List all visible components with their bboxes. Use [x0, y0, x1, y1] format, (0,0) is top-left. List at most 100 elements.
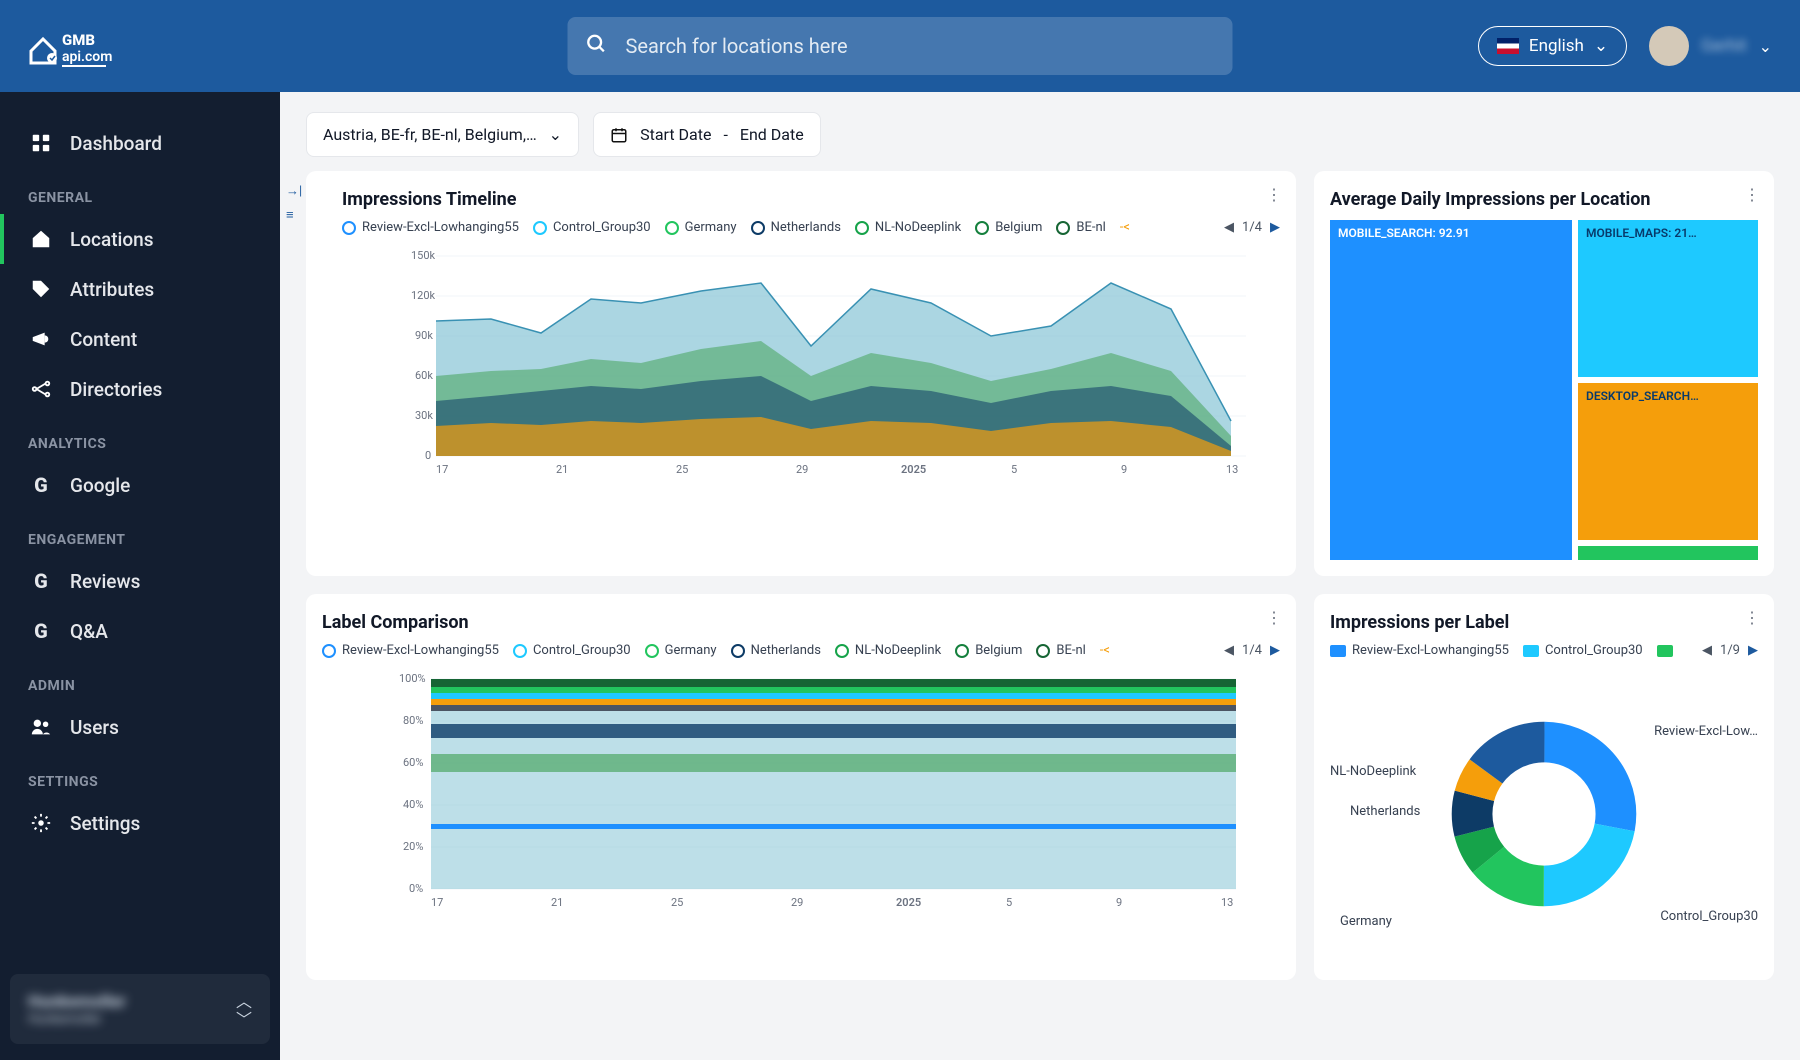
card-title: Average Daily Impressions per Location [1330, 189, 1758, 210]
svg-text:25: 25 [671, 896, 683, 909]
treemap-cell-other[interactable] [1578, 546, 1758, 560]
card-impressions-per-label: Impressions per Label ⋮ Review-Excl-Lowh… [1314, 594, 1774, 980]
legend-item[interactable]: Belgium [955, 643, 1022, 658]
user-menu[interactable]: Gerhit ⌄ [1649, 26, 1772, 66]
svg-text:0%: 0% [409, 882, 423, 895]
svg-text:2025: 2025 [896, 896, 921, 909]
sidebar-item-google[interactable]: G Google [0, 460, 280, 510]
sidebar-item-locations[interactable]: Locations [0, 214, 280, 264]
org-name: Hunkemoller [28, 992, 126, 1012]
card-menu[interactable]: ⋮ [1266, 608, 1282, 627]
prev-icon[interactable]: ◀ [1224, 643, 1234, 658]
card-menu[interactable]: ⋮ [1744, 608, 1760, 627]
legend-item[interactable]: Netherlands [731, 643, 821, 658]
grid-icon [28, 130, 54, 156]
legend-item[interactable]: Netherlands [751, 220, 841, 235]
chevron-down-icon: ⌄ [1759, 37, 1772, 56]
legend-item[interactable]: Control_Group30 [1523, 643, 1643, 658]
card-title: Label Comparison [322, 612, 1280, 633]
donut-chart: Review-Excl-Low… Control_Group30 Germany… [1330, 664, 1758, 964]
svg-text:2025: 2025 [901, 463, 926, 476]
donut-label: NL-NoDeeplink [1330, 764, 1416, 779]
google-icon: G [28, 568, 54, 594]
legend: Review-Excl-Lowhanging55 Control_Group30… [1330, 643, 1758, 658]
language-select[interactable]: English ⌄ [1478, 26, 1627, 66]
search-input[interactable] [568, 17, 1233, 75]
sidebar-label: Dashboard [70, 132, 162, 155]
sidebar-item-attributes[interactable]: Attributes [0, 264, 280, 314]
card-impressions-timeline: →| ≡ Impressions Timeline ⋮ Review-Excl-… [306, 171, 1296, 576]
start-date: Start Date [640, 125, 711, 144]
legend-item[interactable]: Review-Excl-Lowhanging55 [1330, 643, 1509, 658]
legend-item[interactable]: Control_Group30 [513, 643, 631, 658]
legend-item-more[interactable]: -< [1100, 643, 1110, 658]
org-switcher[interactable]: Hunkemoller Hunkemoller ︿﹀ [10, 974, 270, 1044]
sidebar-item-qa[interactable]: G Q&A [0, 606, 280, 656]
legend-item[interactable]: Germany [665, 220, 737, 235]
card-menu[interactable]: ⋮ [1266, 185, 1282, 204]
treemap-cell-desktop-search[interactable]: DESKTOP_SEARCH… [1578, 383, 1758, 540]
legend-item[interactable]: Review-Excl-Lowhanging55 [342, 220, 519, 235]
legend-item[interactable]: Belgium [975, 220, 1042, 235]
avatar [1649, 26, 1689, 66]
legend-item[interactable] [1657, 645, 1673, 657]
sidebar-item-settings[interactable]: Settings [0, 798, 280, 848]
sidebar-heading-general: GENERAL [0, 168, 280, 214]
card-avg-daily: Average Daily Impressions per Location ⋮… [1314, 171, 1774, 576]
expand-icon[interactable]: →| [286, 183, 300, 197]
legend-item[interactable]: BE-nl [1056, 220, 1105, 235]
sidebar-label: Attributes [70, 278, 154, 301]
area-chart: 150k120k90k60k30k0 1721252920255913 [342, 241, 1280, 531]
legend-item[interactable]: Review-Excl-Lowhanging55 [322, 643, 499, 658]
card-label-comparison: Label Comparison ⋮ Review-Excl-Lowhangin… [306, 594, 1296, 980]
legend-item-more[interactable]: -< [1120, 220, 1130, 235]
svg-text:9: 9 [1121, 463, 1127, 476]
chevron-down-icon: ⌄ [549, 125, 562, 144]
home-icon [28, 226, 54, 252]
chevron-down-icon: ⌄ [1594, 36, 1608, 56]
sidebar-heading-settings: SETTINGS [0, 752, 280, 798]
user-name: Gerhit [1701, 36, 1746, 56]
filter-icon[interactable]: ≡ [286, 207, 300, 221]
treemap-cell-mobile-search[interactable]: MOBILE_SEARCH: 92.91 [1330, 220, 1572, 560]
svg-text:29: 29 [796, 463, 808, 476]
card-title: Impressions Timeline [342, 189, 1280, 210]
gear-icon [28, 810, 54, 836]
donut-label: Germany [1340, 914, 1392, 929]
location-filter[interactable]: Austria, BE-fr, BE-nl, Belgium,… ⌄ [306, 112, 579, 157]
prev-icon[interactable]: ◀ [1224, 220, 1234, 235]
google-icon: G [28, 618, 54, 644]
sidebar-item-reviews[interactable]: G Reviews [0, 556, 280, 606]
sidebar-item-content[interactable]: Content [0, 314, 280, 364]
donut-label: Review-Excl-Low… [1654, 724, 1758, 739]
sidebar-label: Content [70, 328, 137, 351]
prev-icon[interactable]: ◀ [1702, 643, 1712, 658]
svg-text:80%: 80% [403, 714, 423, 727]
svg-text:GMB: GMB [62, 31, 95, 49]
sidebar-item-directories[interactable]: Directories [0, 364, 280, 414]
sidebar-heading-admin: ADMIN [0, 656, 280, 702]
legend-item[interactable]: NL-NoDeeplink [855, 220, 961, 235]
svg-text:90k: 90k [415, 329, 433, 342]
legend-item[interactable]: Control_Group30 [533, 220, 651, 235]
legend-item[interactable]: NL-NoDeeplink [835, 643, 941, 658]
legend-item[interactable]: Germany [645, 643, 717, 658]
legend-item[interactable]: BE-nl [1036, 643, 1085, 658]
svg-text:0: 0 [425, 449, 431, 462]
svg-text:17: 17 [436, 463, 448, 476]
next-icon[interactable]: ▶ [1270, 220, 1280, 235]
network-icon [28, 376, 54, 402]
next-icon[interactable]: ▶ [1270, 643, 1280, 658]
search-wrap [568, 17, 1233, 75]
next-icon[interactable]: ▶ [1748, 643, 1758, 658]
svg-text:17: 17 [431, 896, 443, 909]
pager: 1/4 [1242, 220, 1262, 235]
date-range-filter[interactable]: Start Date - End Date [593, 112, 821, 157]
svg-text:60k: 60k [415, 369, 433, 382]
sidebar-heading-analytics: ANALYTICS [0, 414, 280, 460]
sidebar-item-users[interactable]: Users [0, 702, 280, 752]
card-menu[interactable]: ⋮ [1744, 185, 1760, 204]
megaphone-icon [28, 326, 54, 352]
treemap-cell-mobile-maps[interactable]: MOBILE_MAPS: 21… [1578, 220, 1758, 377]
sidebar-item-dashboard[interactable]: Dashboard [0, 118, 280, 168]
